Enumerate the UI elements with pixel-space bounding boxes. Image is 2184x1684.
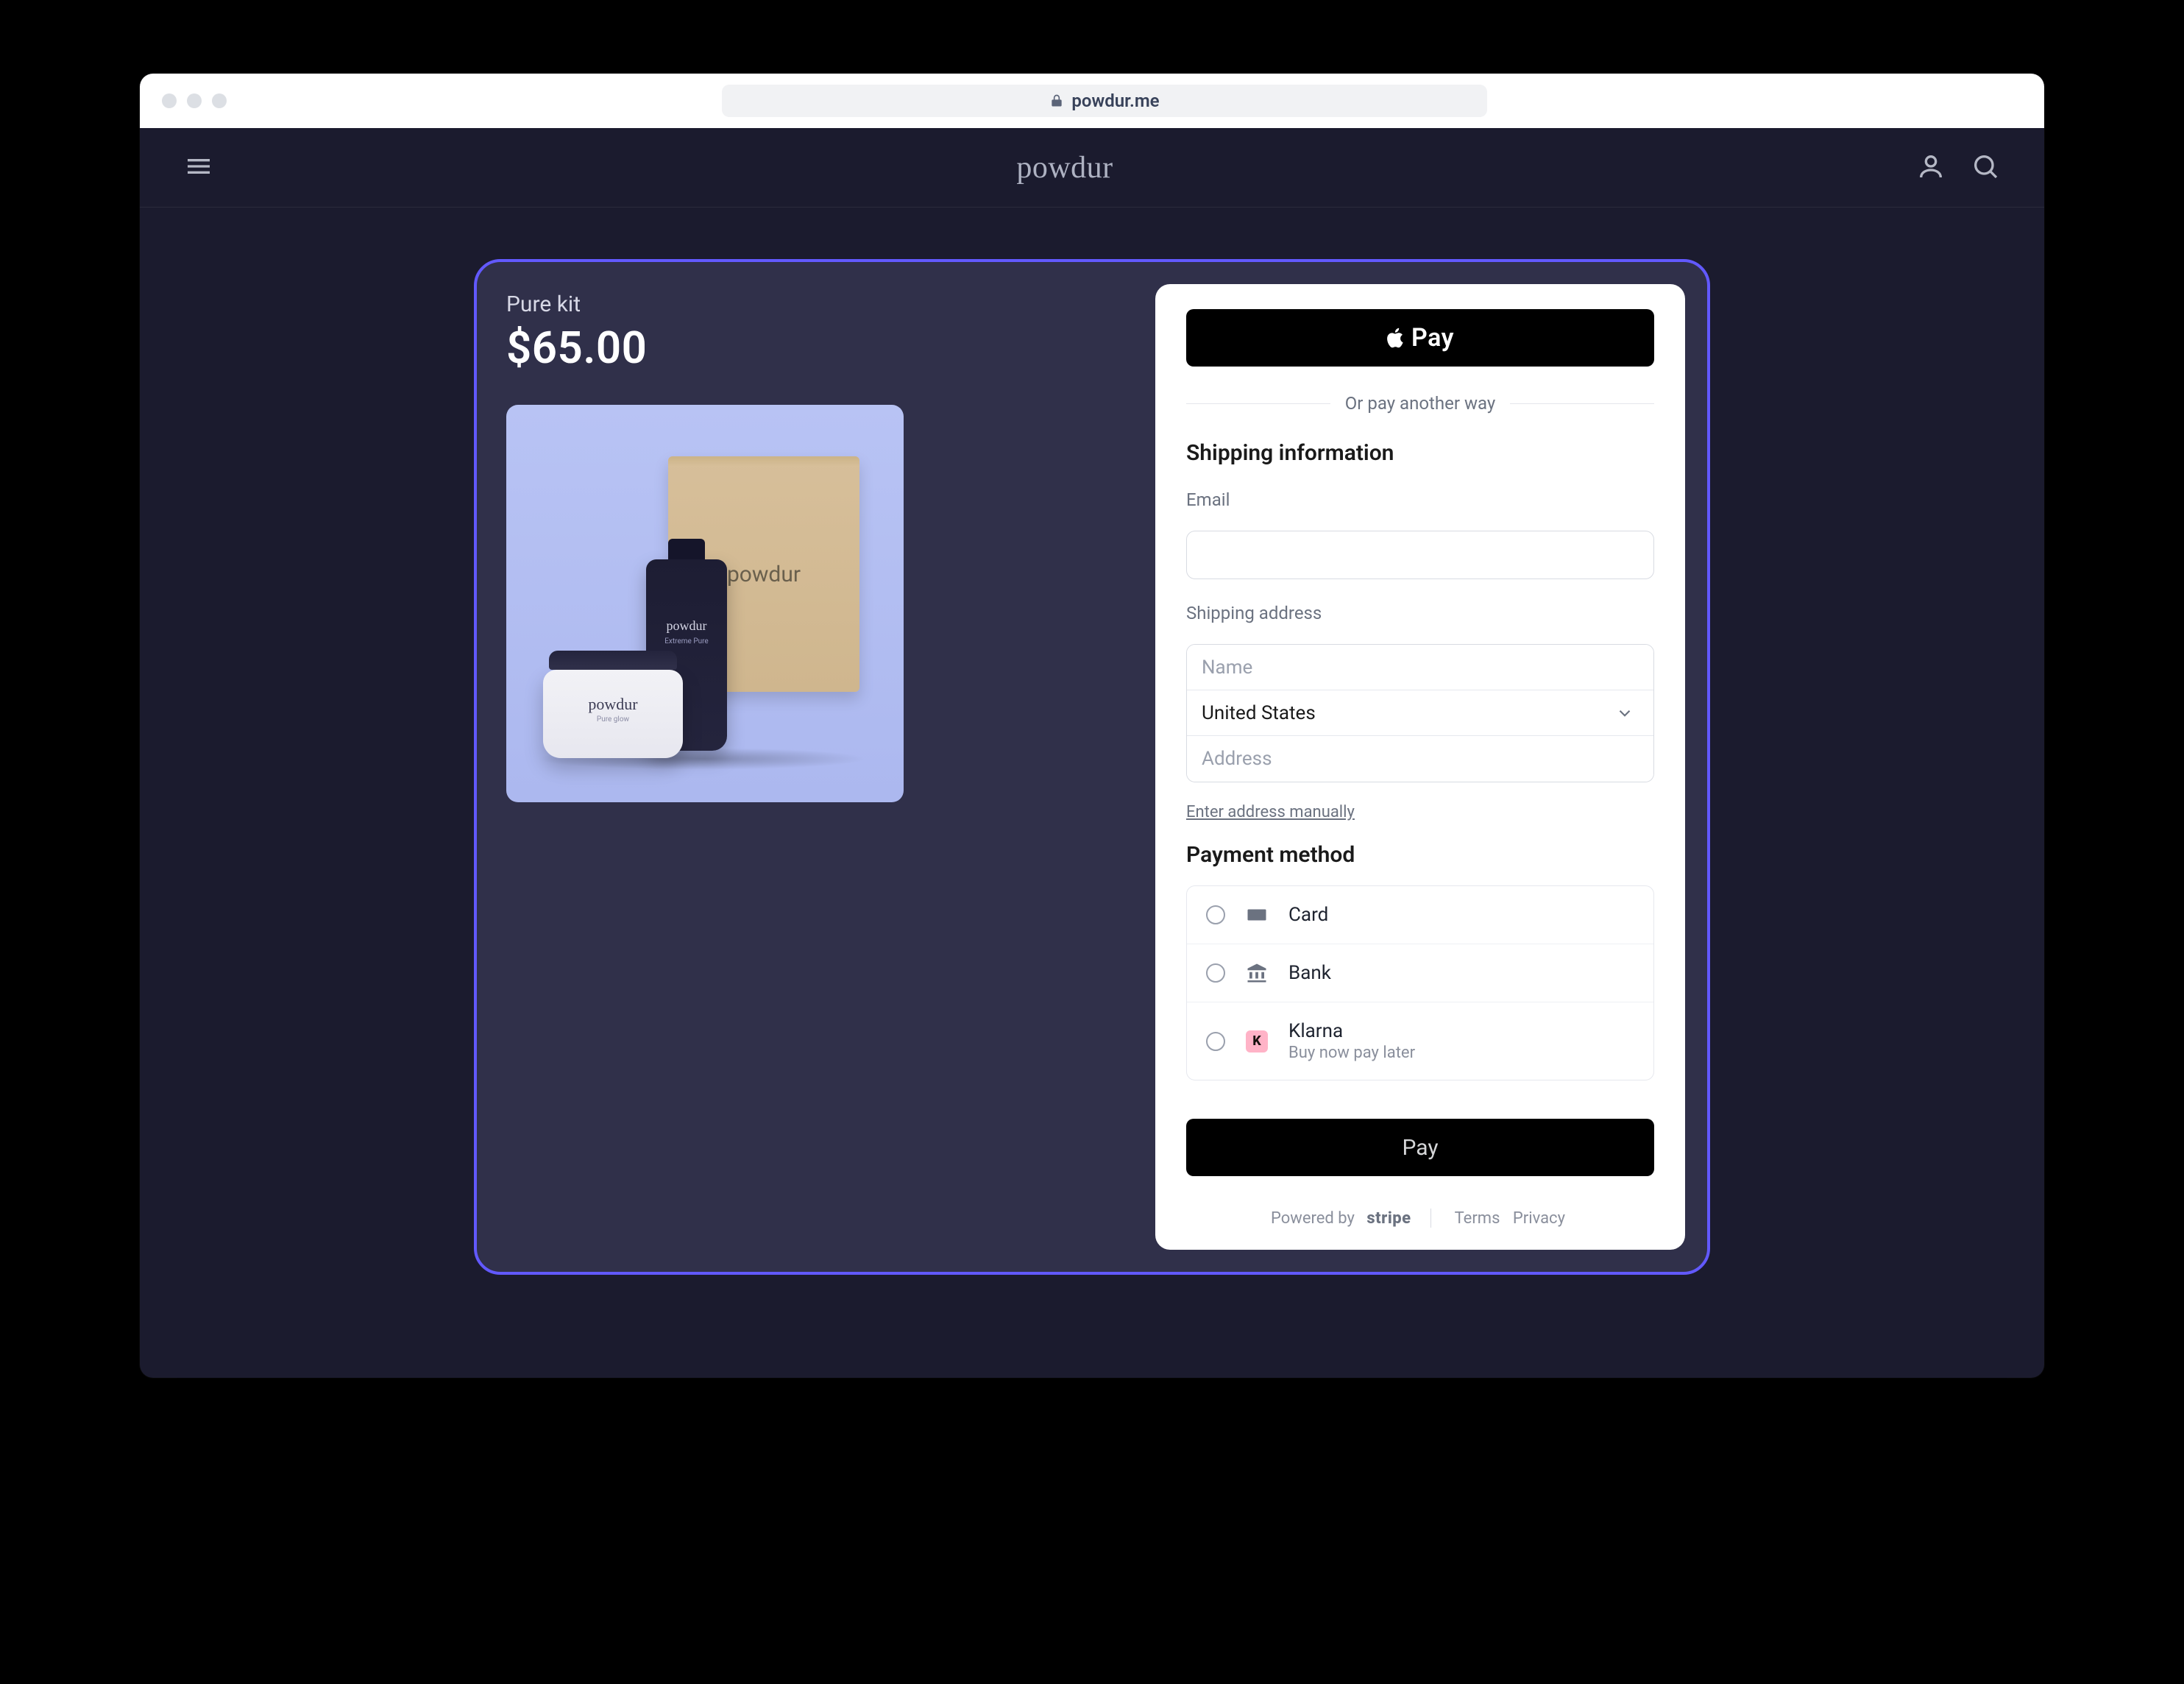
payment-method-list: Card Bank K [1186, 885, 1654, 1080]
payment-method-card[interactable]: Card [1187, 886, 1653, 944]
radio-bank[interactable] [1206, 963, 1225, 983]
bank-icon [1244, 962, 1269, 984]
apple-pay-button[interactable]: Pay [1186, 309, 1654, 367]
checkout-footer: Powered by stripe Terms Privacy [1186, 1209, 1654, 1228]
product-jar: powdur Pure glow [543, 670, 683, 758]
stripe-logo: stripe [1366, 1209, 1411, 1228]
product-jar-label: powdur [543, 695, 683, 714]
checkout-panel: Pure kit $65.00 powdur powdur Extreme Pu… [474, 259, 1710, 1275]
shipping-address-label: Shipping address [1186, 603, 1654, 623]
pm-card-label: Card [1288, 904, 1328, 926]
lock-icon [1049, 93, 1064, 108]
page-content: Pure kit $65.00 powdur powdur Extreme Pu… [140, 208, 2044, 1378]
radio-klarna[interactable] [1206, 1032, 1225, 1051]
pm-klarna-label: Klarna [1288, 1020, 1415, 1042]
product-tube-label: powdur [646, 618, 727, 634]
payment-method-bank[interactable]: Bank [1187, 944, 1653, 1002]
email-label: Email [1186, 489, 1654, 510]
pm-bank-label: Bank [1288, 962, 1331, 984]
klarna-icon: K [1244, 1030, 1269, 1052]
terms-link[interactable]: Terms [1455, 1209, 1500, 1228]
shipping-heading: Shipping information [1186, 440, 1654, 466]
country-select[interactable]: United States [1187, 690, 1653, 736]
account-button[interactable] [1916, 152, 1946, 184]
chevron-down-icon [1615, 704, 1634, 723]
menu-button[interactable] [184, 152, 213, 184]
pay-divider: Or pay another way [1186, 393, 1654, 414]
search-icon [1971, 152, 2000, 181]
window-close-icon[interactable] [162, 93, 177, 108]
window-controls [162, 93, 227, 108]
country-value: United States [1202, 702, 1316, 724]
pay-divider-label: Or pay another way [1345, 393, 1495, 414]
powered-by-label: Powered by [1271, 1209, 1355, 1228]
hamburger-icon [184, 152, 213, 181]
site-header: powdur [140, 128, 2044, 208]
site-brand: powdur [1016, 150, 1113, 185]
apple-pay-label: Pay [1411, 323, 1454, 353]
apple-icon [1386, 328, 1407, 348]
product-tube-sub: Extreme Pure [646, 637, 727, 645]
window-minimize-icon[interactable] [187, 93, 202, 108]
name-input[interactable] [1187, 645, 1653, 690]
product-jar-sub: Pure glow [543, 715, 683, 724]
product-summary: Pure kit $65.00 powdur powdur Extreme Pu… [499, 284, 1126, 1250]
browser-window: powdur.me powdur [140, 74, 2044, 1378]
window-zoom-icon[interactable] [212, 93, 227, 108]
payment-method-klarna[interactable]: K Klarna Buy now pay later [1187, 1002, 1653, 1080]
url-text: powdur.me [1071, 91, 1159, 111]
email-input[interactable] [1186, 531, 1654, 579]
user-icon [1916, 152, 1946, 181]
browser-chrome: powdur.me [140, 74, 2044, 128]
url-bar[interactable]: powdur.me [722, 85, 1487, 117]
radio-card[interactable] [1206, 905, 1225, 924]
footer-separator [1430, 1209, 1431, 1228]
product-name: Pure kit [506, 291, 1118, 317]
powered-by: Powered by stripe [1271, 1209, 1411, 1228]
pm-klarna-sub: Buy now pay later [1288, 1044, 1415, 1062]
payment-form: Pay Or pay another way Shipping informat… [1155, 284, 1685, 1250]
pay-button[interactable]: Pay [1186, 1119, 1654, 1176]
search-button[interactable] [1971, 152, 2000, 184]
address-input[interactable] [1187, 736, 1653, 782]
manual-address-link[interactable]: Enter address manually [1186, 803, 1654, 821]
product-price: $65.00 [506, 322, 1118, 374]
shipping-address-group: United States [1186, 644, 1654, 782]
card-icon [1244, 904, 1269, 926]
privacy-link[interactable]: Privacy [1513, 1209, 1565, 1228]
product-image: powdur powdur Extreme Pure powdur Pure g… [506, 405, 904, 802]
product-box-label: powdur [727, 562, 801, 587]
payment-method-heading: Payment method [1186, 842, 1654, 868]
